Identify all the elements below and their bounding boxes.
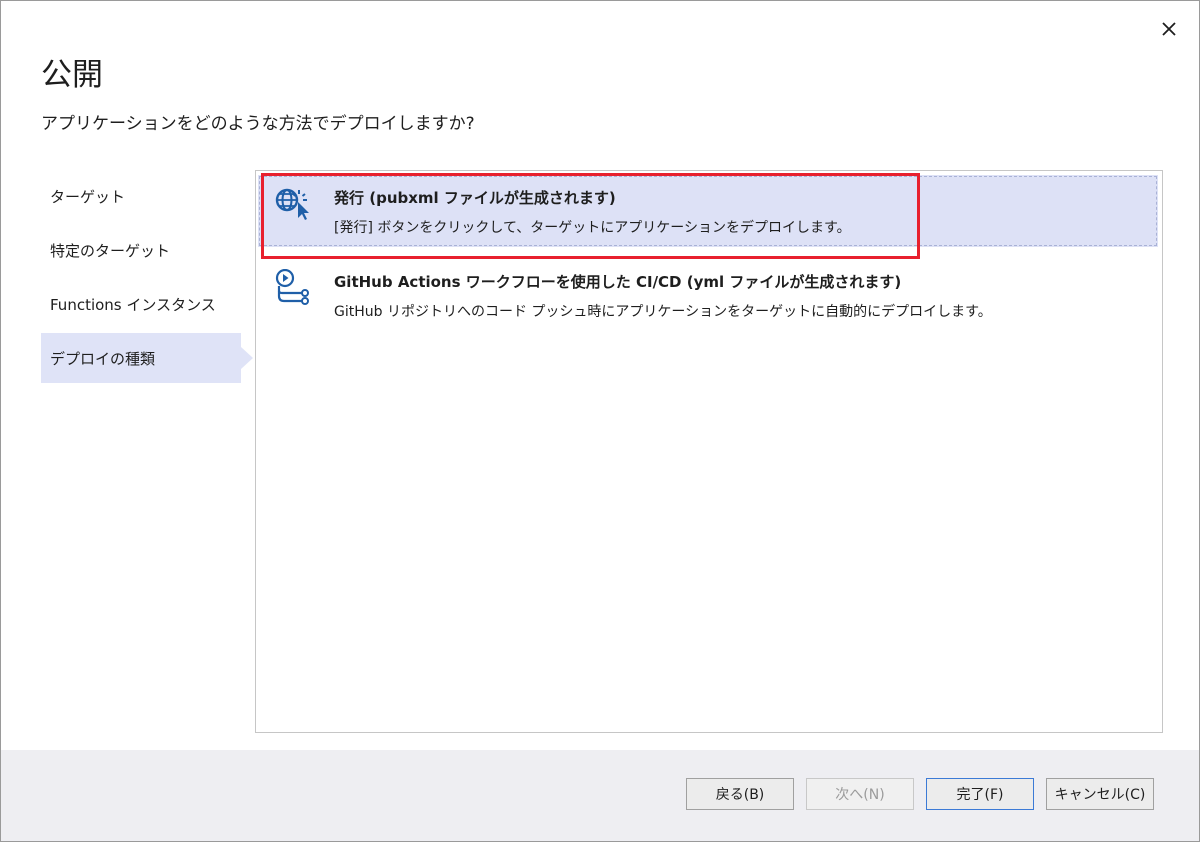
nav-item-target[interactable]: ターゲット [41,171,241,221]
dialog-footer: 戻る(B) 次へ(N) 完了(F) キャンセル(C) [1,750,1199,841]
nav-item-functions-instance[interactable]: Functions インスタンス [41,279,241,329]
back-button[interactable]: 戻る(B) [686,778,794,810]
option-title: GitHub Actions ワークフローを使用した CI/CD (yml ファ… [334,273,902,291]
nav-item-label: 特定のターゲット [50,241,171,260]
cancel-button[interactable]: キャンセル(C) [1046,778,1154,810]
nav-item-deploy-type[interactable]: デプロイの種類 [41,333,253,383]
publish-globe-icon [275,188,309,220]
option-github-actions-cicd[interactable]: GitHub Actions ワークフローを使用した CI/CD (yml ファ… [258,259,1158,331]
dialog-subtitle: アプリケーションをどのような方法でデプロイしますか? [41,114,475,134]
nav-item-specific-target[interactable]: 特定のターゲット [41,225,241,275]
github-actions-workflow-icon [275,269,309,305]
close-icon [1162,22,1176,36]
nav-item-label: Functions インスタンス [50,295,216,314]
nav-item-label: ターゲット [50,187,126,206]
close-button[interactable] [1153,13,1185,45]
nav-item-label: デプロイの種類 [50,349,156,368]
option-description: GitHub リポジトリへのコード プッシュ時にアプリケーションをターゲットに自… [334,304,992,320]
wizard-steps-nav: ターゲット 特定のターゲット Functions インスタンス デプロイの種類 [41,171,253,387]
option-publish-pubxml[interactable]: 発行 (pubxml ファイルが生成されます) [発行] ボタンをクリックして、… [258,175,1158,247]
deploy-type-list: 発行 (pubxml ファイルが生成されます) [発行] ボタンをクリックして、… [255,170,1163,733]
next-button[interactable]: 次へ(N) [806,778,914,810]
finish-button[interactable]: 完了(F) [926,778,1034,810]
dialog-title: 公開 [41,57,103,93]
option-title: 発行 (pubxml ファイルが生成されます) [334,189,616,207]
option-description: [発行] ボタンをクリックして、ターゲットにアプリケーションをデプロイします。 [334,220,851,236]
publish-dialog: 公開 アプリケーションをどのような方法でデプロイしますか? ターゲット 特定のタ… [0,0,1200,842]
